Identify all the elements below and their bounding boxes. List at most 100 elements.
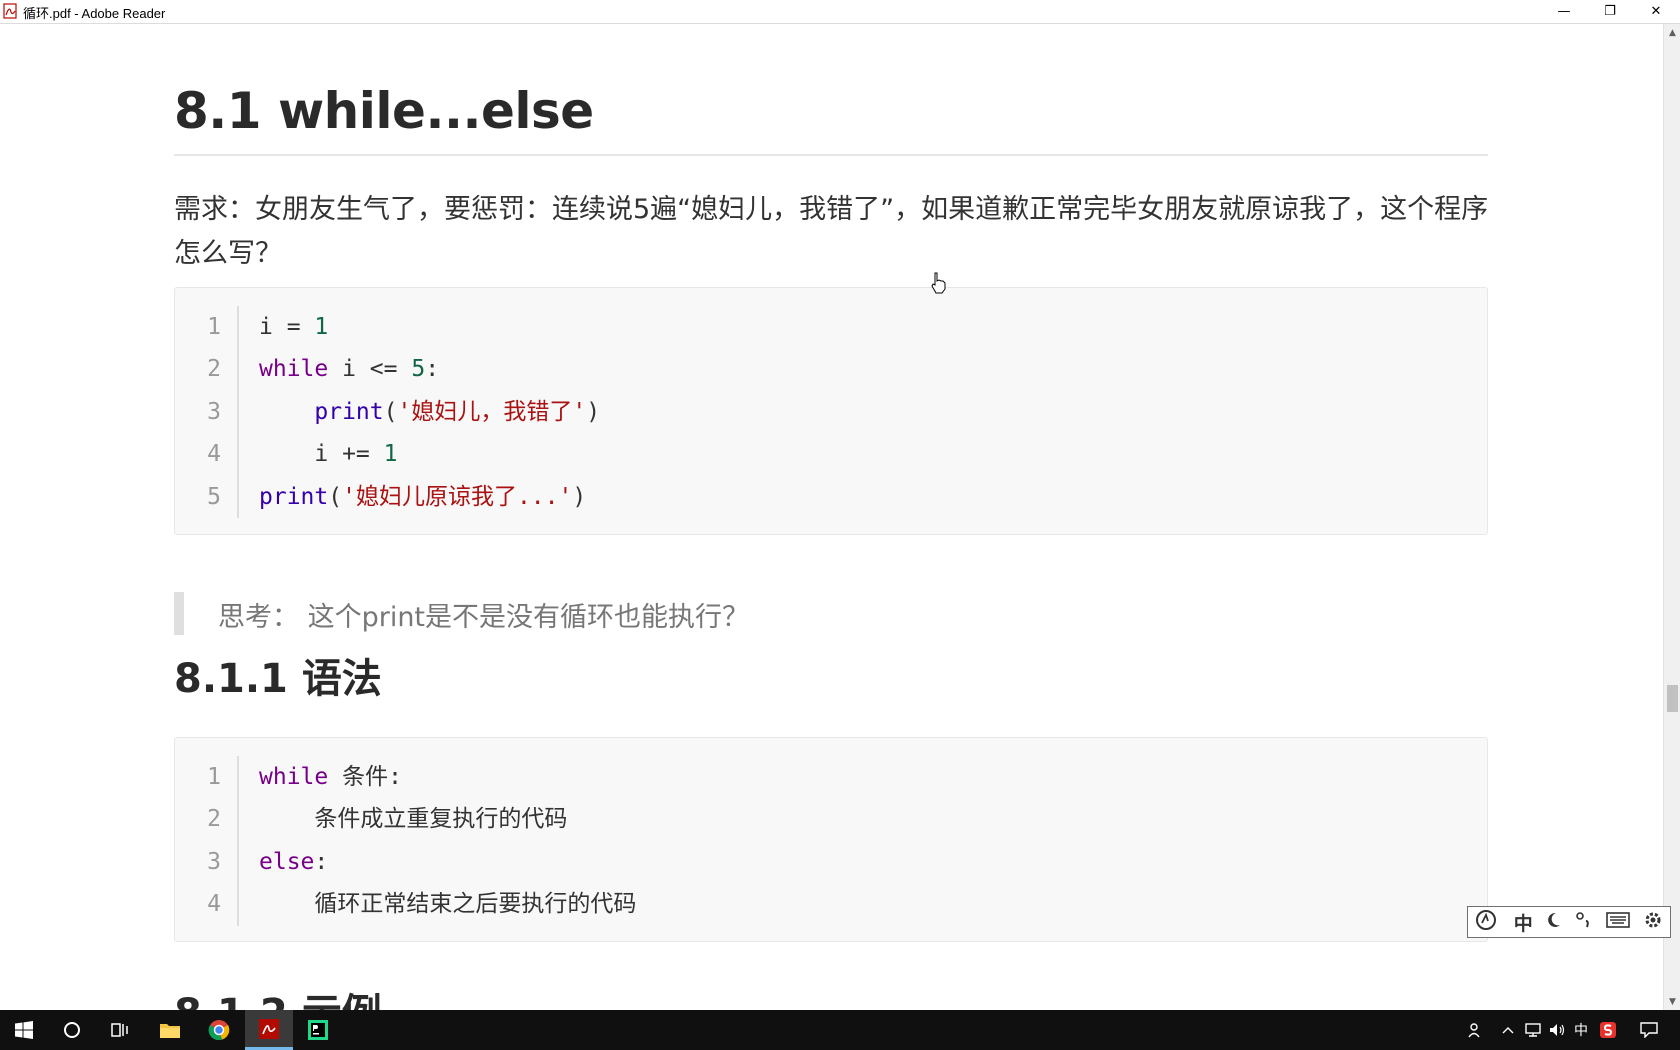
line-number-gutter: 1 2 3 4 5 xyxy=(175,306,239,518)
sogou-tray-button[interactable] xyxy=(1596,1010,1620,1050)
sogou-logo-icon[interactable] xyxy=(1475,909,1501,936)
ime-toolbar: 中 xyxy=(1467,906,1671,938)
adobe-reader-button[interactable] xyxy=(245,1010,293,1050)
line-number: 1 xyxy=(207,764,221,790)
sogou-tray-icon xyxy=(1600,1022,1616,1038)
code-line: 循环正常结束之后要执行的代码 xyxy=(259,883,636,925)
cortana-button[interactable] xyxy=(48,1010,96,1050)
vertical-scrollbar[interactable]: ▲ ▼ xyxy=(1663,24,1680,1010)
restore-button[interactable]: ❐ xyxy=(1587,0,1633,23)
code-token: 条件成立重复执行的代码 xyxy=(259,806,568,833)
line-number: 4 xyxy=(207,891,221,918)
scroll-down-icon[interactable]: ▼ xyxy=(1664,993,1680,1010)
minimize-icon: — xyxy=(1557,4,1571,19)
line-number: 2 xyxy=(207,806,221,833)
heading-while-else: 8.1 while...else xyxy=(174,82,594,140)
cortana-icon xyxy=(64,1022,80,1038)
hand-cursor-icon xyxy=(931,272,946,294)
pdf-page: 8.1 while...else 需求：女朋友生气了，要惩罚：连续说5遍“媳妇儿… xyxy=(4,24,1659,1010)
heading-example: 8.1.2 示例 xyxy=(174,981,382,1010)
code-line: 条件成立重复执行的代码 xyxy=(259,798,636,840)
gear-icon[interactable] xyxy=(1643,910,1663,935)
line-number: 3 xyxy=(207,398,221,425)
chrome-icon xyxy=(208,1020,230,1041)
taskbar: 中 xyxy=(0,1010,1680,1050)
quote-text: 思考： 这个print是不是没有循环也能执行？ xyxy=(218,602,750,633)
code-line: while 条件: xyxy=(259,756,636,798)
tray-expand-button[interactable] xyxy=(1498,1010,1518,1050)
code-token: while xyxy=(259,356,329,383)
close-icon: ✕ xyxy=(1650,4,1662,19)
adobe-reader-icon xyxy=(259,1018,279,1039)
line-number: 4 xyxy=(207,441,221,468)
people-icon xyxy=(1468,1023,1480,1038)
adobe-pdf-icon xyxy=(3,3,17,19)
file-explorer-icon xyxy=(160,1024,180,1038)
code-token: else xyxy=(259,848,315,875)
scroll-up-icon[interactable]: ▲ xyxy=(1664,24,1680,41)
code-line: i = 1 xyxy=(259,306,600,348)
task-view-button[interactable] xyxy=(96,1010,144,1050)
code-token: 1 xyxy=(314,314,329,340)
pycharm-button[interactable] xyxy=(294,1010,342,1050)
code-token: print xyxy=(259,483,329,510)
pycharm-icon xyxy=(308,1020,328,1040)
code-line: print('媳妇儿原谅我了...') xyxy=(259,476,600,518)
heading-syntax: 8.1.1 语法 xyxy=(174,656,382,702)
scroll-thumb[interactable] xyxy=(1667,685,1678,712)
people-button[interactable] xyxy=(1462,1010,1488,1050)
code-token: ( xyxy=(328,483,343,510)
window-titlebar: 循环.pdf - Adobe Reader — ❐ ✕ xyxy=(0,0,1680,24)
moon-icon[interactable] xyxy=(1546,911,1562,934)
file-explorer-button[interactable] xyxy=(146,1010,194,1050)
start-button[interactable] xyxy=(0,1010,48,1050)
blockquote: 思考： 这个print是不是没有循环也能执行？ xyxy=(174,592,884,635)
volume-icon xyxy=(1550,1024,1565,1036)
code-token: 1 xyxy=(383,441,398,468)
close-button[interactable]: ✕ xyxy=(1633,0,1679,23)
line-number: 1 xyxy=(207,314,221,340)
code-token: ( xyxy=(383,398,398,425)
code-token: ) xyxy=(586,398,601,425)
volume-button[interactable] xyxy=(1546,1010,1568,1050)
code-block-example: 12345 i = 1 while i <= 5: print('媳妇儿，我错了'… xyxy=(174,287,1488,535)
document-viewport[interactable]: 8.1 while...else 需求：女朋友生气了，要惩罚：连续说5遍“媳妇儿… xyxy=(0,24,1663,1010)
chevron-up-icon xyxy=(1502,1027,1514,1034)
minimize-button[interactable]: — xyxy=(1541,0,1587,23)
code-token: i <= xyxy=(328,356,412,383)
keyboard-icon[interactable] xyxy=(1606,911,1631,933)
code-token: 条件: xyxy=(328,764,402,790)
code-token: while xyxy=(259,764,329,790)
action-center-button[interactable] xyxy=(1634,1010,1664,1050)
code-line: else: xyxy=(259,841,636,883)
line-number: 2 xyxy=(207,356,221,383)
restore-icon: ❐ xyxy=(1604,4,1616,19)
input-language-indicator[interactable]: 中 xyxy=(1570,1010,1592,1050)
code-lines: i = 1 while i <= 5: print('媳妇儿，我错了') i +=… xyxy=(259,306,600,518)
code-token: 循环正常结束之后要执行的代码 xyxy=(259,891,637,918)
code-token: : xyxy=(314,848,329,875)
ime-mode-label[interactable]: 中 xyxy=(1514,909,1533,936)
code-token: i = xyxy=(259,314,315,340)
code-token: i += xyxy=(259,441,384,468)
task-view-icon xyxy=(111,1023,128,1037)
punctuation-icon[interactable] xyxy=(1575,911,1593,934)
code-line: i += 1 xyxy=(259,433,600,475)
code-block-syntax: 1 2 3 4 while 条件: 条件成立重复执行的代码 else: 循环正常结束之后… xyxy=(174,737,1488,942)
code-token: '媳妇儿，我错了' xyxy=(397,398,587,425)
start-icon xyxy=(15,1021,33,1039)
heading-underline xyxy=(174,154,1488,156)
notification-icon xyxy=(1640,1022,1658,1038)
code-token: ) xyxy=(572,483,587,510)
line-number: 5 xyxy=(207,483,221,510)
window-title: 循环.pdf - Adobe Reader xyxy=(23,6,166,21)
code-line: while i <= 5: xyxy=(259,348,600,390)
code-token: print xyxy=(314,398,384,425)
line-number: 3 xyxy=(207,848,221,875)
code-token: 5 xyxy=(411,356,426,383)
requirement-paragraph: 需求：女朋友生气了，要惩罚：连续说5遍“媳妇儿，我错了”，如果道歉正常完毕女朋友… xyxy=(174,194,1489,269)
chrome-button[interactable] xyxy=(195,1010,243,1050)
code-line: print('媳妇儿，我错了') xyxy=(259,391,600,433)
network-button[interactable] xyxy=(1522,1010,1544,1050)
